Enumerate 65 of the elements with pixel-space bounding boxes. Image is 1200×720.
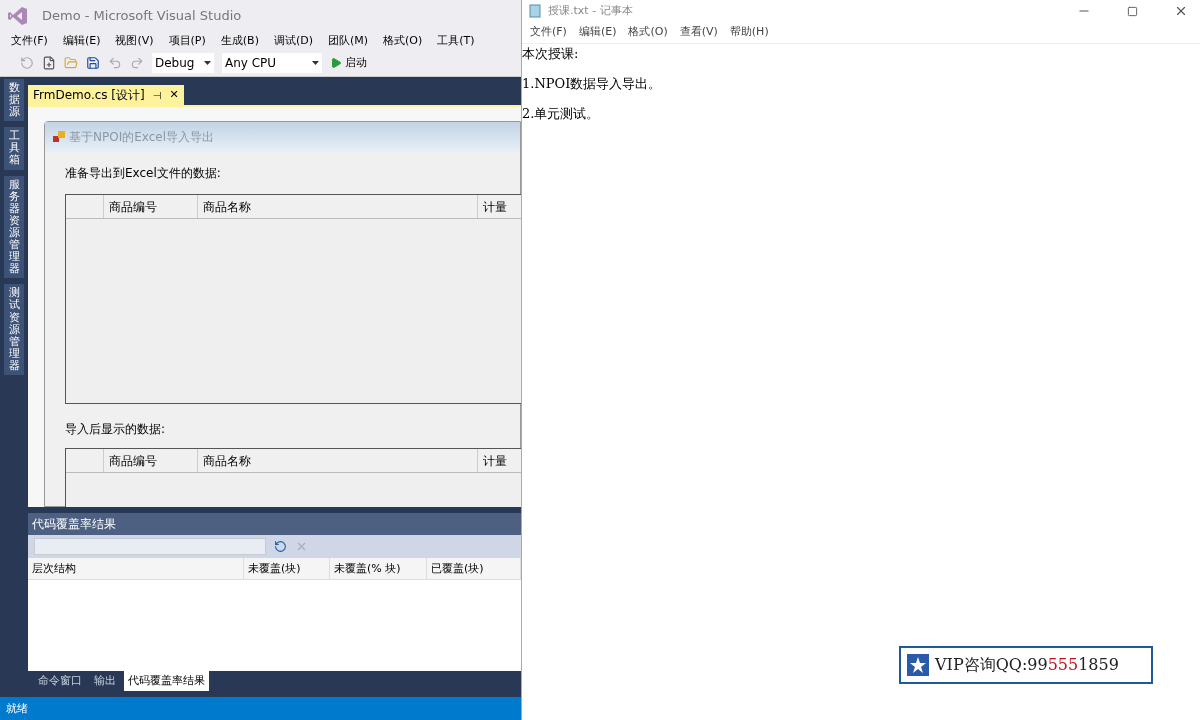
- platform-dropdown[interactable]: Any CPU: [222, 53, 322, 73]
- panel-tab[interactable]: 代码覆盖率结果: [124, 671, 209, 691]
- close-icon[interactable]: ✕: [169, 86, 179, 104]
- folder-icon[interactable]: [64, 56, 78, 70]
- redo-icon[interactable]: [130, 56, 144, 70]
- menu-item[interactable]: 查看(V): [673, 24, 724, 41]
- save-icon[interactable]: [86, 56, 100, 70]
- column-header[interactable]: 商品编号: [104, 449, 198, 472]
- menu-item[interactable]: 项目(P): [161, 32, 213, 50]
- column-header[interactable]: 商品名称: [198, 449, 478, 472]
- menu-item[interactable]: 文件(F): [524, 24, 573, 41]
- notepad-icon: [528, 4, 542, 18]
- play-icon[interactable]: [330, 57, 342, 69]
- panel-tab[interactable]: 输出: [90, 671, 120, 691]
- refresh-icon[interactable]: [274, 540, 287, 553]
- text-line: 1.NPOI数据导入导出。: [522, 75, 663, 93]
- side-tab[interactable]: 数据源: [4, 79, 24, 122]
- column-header[interactable]: 计量: [478, 449, 521, 472]
- menu-item[interactable]: 格式(O): [376, 32, 430, 50]
- panel-title: 代码覆盖率结果: [28, 513, 521, 535]
- column-header[interactable]: 已覆盖(块): [427, 558, 521, 579]
- menu-item[interactable]: 文件(F): [4, 32, 55, 50]
- back-icon[interactable]: [20, 56, 34, 70]
- configuration-dropdown[interactable]: Debug: [152, 53, 214, 73]
- status-bar: 就绪: [0, 697, 521, 720]
- menu-item[interactable]: 视图(V): [108, 32, 161, 50]
- side-tab[interactable]: 服务器资源管理器: [4, 175, 24, 279]
- menu-item[interactable]: 团队(M): [321, 32, 376, 50]
- side-tab[interactable]: 测试资源管理器: [4, 284, 24, 375]
- window-title: Demo - Microsoft Visual Studio: [42, 7, 242, 26]
- column-header[interactable]: 商品名称: [198, 195, 478, 218]
- caret-icon[interactable]: [204, 61, 211, 65]
- text-line: 本次授课:: [522, 45, 580, 63]
- menu-item[interactable]: 生成(B): [213, 32, 266, 50]
- new-file-icon[interactable]: [42, 56, 56, 70]
- column-header[interactable]: 商品编号: [104, 195, 198, 218]
- delete-icon[interactable]: [295, 540, 308, 553]
- text-line: 2.单元测试。: [522, 105, 601, 123]
- form-label: 准备导出到Excel文件的数据:: [65, 165, 222, 182]
- caret-icon[interactable]: [312, 61, 319, 65]
- menu-item[interactable]: 工具(T): [430, 32, 482, 50]
- column-header[interactable]: 层次结构: [28, 558, 244, 579]
- menu-item[interactable]: 帮助(H): [723, 24, 775, 41]
- menu-item[interactable]: 调试(D): [266, 32, 320, 50]
- close-icon[interactable]: [1174, 4, 1188, 18]
- menu-item[interactable]: 编辑(E): [55, 32, 108, 50]
- window-title: 授课.txt - 记事本: [548, 2, 634, 19]
- maximize-icon[interactable]: [1127, 5, 1138, 17]
- form-app-icon: [53, 131, 65, 143]
- star-badge-icon: [907, 654, 929, 676]
- document-tab[interactable]: FrmDemo.cs [设计] ⊣ ✕: [28, 85, 184, 105]
- menu-item[interactable]: 编辑(E): [572, 24, 623, 41]
- undo-icon[interactable]: [108, 56, 122, 70]
- menu-item[interactable]: 格式(O): [622, 24, 674, 41]
- pin-icon[interactable]: ⊣: [152, 87, 162, 103]
- column-header[interactable]: 计量: [478, 195, 521, 218]
- column-header[interactable]: 未覆盖(块): [244, 558, 330, 579]
- form-label: 导入后显示的数据:: [65, 421, 167, 438]
- side-tab[interactable]: 工具箱: [4, 127, 24, 170]
- visual-studio-logo-icon: [8, 6, 28, 26]
- column-header[interactable]: 未覆盖(% 块): [330, 558, 427, 579]
- panel-tab[interactable]: 命令窗口: [34, 671, 86, 691]
- contact-text: VIP咨询QQ:995551859: [935, 654, 1119, 676]
- form-title: 基于NPOI的Excel导入导出: [69, 129, 214, 146]
- start-button[interactable]: 启动: [330, 54, 367, 72]
